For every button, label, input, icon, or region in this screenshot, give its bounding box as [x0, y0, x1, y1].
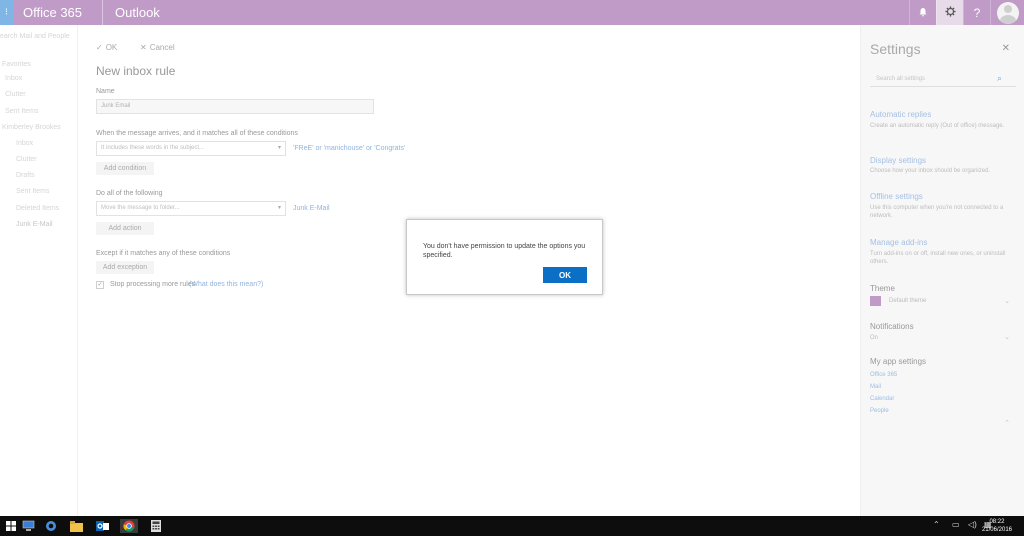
exception-label: Except if it matches any of these condit… [96, 250, 231, 257]
settings-pane: Settings ✕ Search all settings ⌕ Automat… [860, 25, 1024, 516]
display-settings-link[interactable]: Display settings [870, 156, 926, 165]
notifications-label: Notifications [870, 322, 914, 331]
stop-processing-label: Stop processing more rules [110, 281, 196, 288]
nav-inbox[interactable]: Inbox [16, 140, 33, 147]
account-heading[interactable]: Kimberley Brookes [2, 124, 61, 131]
name-label: Name [96, 88, 115, 95]
chrome-icon[interactable] [120, 519, 138, 533]
chevron-down-icon[interactable]: ⌄ [1004, 333, 1010, 341]
brand-office365[interactable]: Office 365 [13, 0, 103, 25]
settings-title: Settings [870, 41, 921, 57]
automatic-replies-desc: Create an automatic reply (Out of office… [870, 123, 1005, 129]
left-navigation: earch Mail and People Favorites Inbox Cl… [0, 25, 78, 516]
chevron-up-icon[interactable]: ⌃ [933, 520, 940, 529]
app-settings-office365[interactable]: Office 365 [870, 372, 897, 378]
help-button[interactable]: ? [963, 0, 990, 25]
nav-sent-fav[interactable]: Sent Items [5, 108, 38, 115]
stop-processing-checkbox[interactable]: ✓ [96, 281, 104, 289]
favorites-heading: Favorites [2, 61, 31, 68]
top-bar-actions: ? [909, 0, 1024, 25]
action-label: Do all of the following [96, 190, 163, 197]
offline-settings-desc: Use this computer when you're not connec… [870, 205, 1004, 219]
condition-value-link[interactable]: 'FReE' or 'manichouse' or 'Congrats' [293, 145, 405, 152]
manage-addins-link[interactable]: Manage add-ins [870, 238, 927, 247]
theme-value[interactable]: Default theme [889, 298, 926, 304]
remote-desktop-icon[interactable] [21, 519, 35, 533]
condition-label: When the message arrives, and it matches… [96, 130, 298, 137]
nav-junk[interactable]: Junk E-Mail [16, 221, 53, 228]
search-icon[interactable]: ⌕ [997, 73, 1002, 84]
close-settings-icon[interactable]: ✕ [1002, 43, 1010, 54]
app-settings-calendar[interactable]: Calendar [870, 396, 894, 402]
app-settings-mail[interactable]: Mail [870, 384, 881, 390]
dialog-ok-button[interactable]: OK [543, 267, 587, 283]
gear-icon [944, 5, 956, 20]
check-icon: ✓ [96, 43, 103, 52]
app-settings-people[interactable]: People [870, 408, 889, 414]
settings-button[interactable] [936, 0, 963, 25]
chevron-down-icon[interactable]: ⌄ [1004, 297, 1010, 305]
avatar-icon [996, 1, 1019, 24]
user-avatar[interactable] [990, 0, 1024, 25]
file-explorer-icon[interactable] [69, 519, 83, 533]
nav-inbox-fav[interactable]: Inbox [5, 75, 22, 82]
chevron-up-icon[interactable]: ⌃ [1004, 419, 1010, 427]
calculator-icon[interactable] [149, 519, 163, 533]
taskbar: ⌃ ▭ ◁) ▦ 08:22 21/06/2016 [0, 516, 1024, 536]
theme-swatch[interactable] [870, 296, 881, 306]
nav-sent[interactable]: Sent Items [16, 188, 49, 195]
volume-icon[interactable]: ◁) [968, 520, 977, 529]
nav-clutter-fav[interactable]: Clutter [5, 91, 26, 98]
theme-label: Theme [870, 284, 895, 293]
rule-name-input[interactable]: Junk Email [96, 99, 374, 114]
what-does-this-mean-link[interactable]: (What does this mean?) [189, 281, 263, 288]
close-icon: ✕ [140, 43, 147, 52]
notifications-value[interactable]: On [870, 335, 878, 341]
my-app-settings-label: My app settings [870, 357, 927, 366]
action-folder-link[interactable]: Junk E-Mail [293, 205, 330, 212]
manage-addins-desc: Turn add-ins on or off, install new ones… [870, 251, 1006, 265]
dialog-message: You don't have permission to update the … [423, 243, 586, 259]
chevron-down-icon: ▾ [277, 145, 281, 151]
notifications-button[interactable] [909, 0, 936, 25]
add-condition-button[interactable]: Add condition [96, 162, 154, 175]
display-settings-desc: Choose how your inbox should be organize… [870, 168, 991, 174]
add-action-button[interactable]: Add action [96, 222, 154, 235]
nav-deleted[interactable]: Deleted Items [16, 205, 59, 212]
system-clock[interactable]: 08:22 21/06/2016 [982, 518, 1012, 534]
network-icon[interactable]: ▭ [952, 520, 960, 529]
bell-icon [918, 6, 928, 20]
automatic-replies-link[interactable]: Automatic replies [870, 110, 931, 119]
settings-search-input[interactable]: Search all settings [870, 71, 1016, 87]
add-exception-button[interactable]: Add exception [96, 261, 154, 274]
start-icon[interactable] [4, 519, 18, 533]
outlook-icon[interactable] [95, 519, 109, 533]
app-name[interactable]: Outlook [103, 0, 160, 25]
app-launcher-icon[interactable]: ⁝ [0, 0, 13, 25]
offline-settings-link[interactable]: Offline settings [870, 192, 923, 201]
chevron-down-icon: ▾ [277, 205, 281, 211]
search-mail-people[interactable]: earch Mail and People [0, 33, 70, 40]
nav-clutter[interactable]: Clutter [16, 156, 37, 163]
ie-browser-icon[interactable] [44, 519, 58, 533]
top-bar: ⁝ Office 365 Outlook ? [0, 0, 1024, 25]
ok-command[interactable]: ✓ OK [96, 43, 117, 52]
nav-drafts[interactable]: Drafts [16, 172, 35, 179]
condition-select[interactable]: It includes these words in the subject..… [96, 141, 286, 156]
cancel-command[interactable]: ✕ Cancel [140, 43, 175, 52]
permission-error-dialog: You don't have permission to update the … [406, 219, 603, 295]
page-title: New inbox rule [96, 64, 176, 78]
action-select[interactable]: Move the message to folder... ▾ [96, 201, 286, 216]
